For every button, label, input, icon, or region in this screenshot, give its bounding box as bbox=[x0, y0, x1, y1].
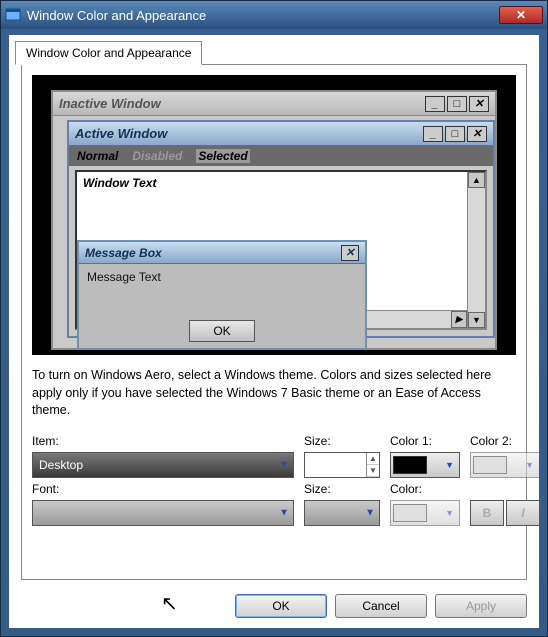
message-ok-button: OK bbox=[189, 320, 255, 342]
apply-button: Apply bbox=[435, 594, 527, 618]
preview-message-box: Message Box ✕ Message Text OK bbox=[77, 240, 367, 350]
vertical-scrollbar[interactable]: ▲ ▼ bbox=[467, 172, 485, 328]
chevron-down-icon: ▼ bbox=[279, 507, 289, 518]
color2-button: ▼ bbox=[470, 452, 540, 478]
chevron-down-icon: ▼ bbox=[279, 459, 289, 470]
label-item-size: Size: bbox=[304, 434, 380, 448]
chevron-down-icon: ▼ bbox=[445, 508, 457, 518]
label-color1: Color 1: bbox=[390, 434, 460, 448]
cursor-icon: ↖ bbox=[161, 591, 178, 616]
client-area: Window Color and Appearance Inactive Win… bbox=[9, 35, 539, 628]
font-color-button: ▼ bbox=[390, 500, 460, 526]
titlebar[interactable]: Window Color and Appearance ✕ bbox=[1, 1, 547, 29]
close-icon: ✕ bbox=[467, 126, 487, 142]
font-size-combo: ▼ bbox=[304, 500, 380, 526]
message-text: Message Text bbox=[79, 264, 365, 290]
maximize-icon: □ bbox=[445, 126, 465, 142]
label-font-color: Color: bbox=[390, 482, 460, 496]
color1-button[interactable]: ▼ bbox=[390, 452, 460, 478]
item-size-input[interactable] bbox=[305, 453, 366, 477]
font-combo: ▼ bbox=[32, 500, 294, 526]
preview-menu-bar: Normal Disabled Selected bbox=[69, 146, 493, 166]
spin-down-icon[interactable]: ▼ bbox=[367, 465, 379, 477]
item-size-spinner[interactable]: ▲▼ bbox=[304, 452, 380, 478]
tab-appearance[interactable]: Window Color and Appearance bbox=[15, 41, 202, 65]
font-color-swatch bbox=[393, 504, 427, 522]
inactive-window-title: Inactive Window bbox=[59, 96, 161, 111]
menu-normal: Normal bbox=[77, 149, 118, 163]
minimize-icon: _ bbox=[425, 96, 445, 112]
spin-up-icon[interactable]: ▲ bbox=[367, 453, 379, 465]
close-button[interactable]: ✕ bbox=[499, 6, 543, 24]
chevron-down-icon: ▼ bbox=[365, 507, 375, 518]
menu-selected: Selected bbox=[196, 149, 249, 163]
label-item: Item: bbox=[32, 434, 294, 448]
dialog-window: Window Color and Appearance ✕ Window Col… bbox=[0, 0, 548, 637]
window-title: Window Color and Appearance bbox=[27, 8, 206, 23]
scroll-up-icon[interactable]: ▲ bbox=[468, 172, 485, 188]
chevron-down-icon: ▼ bbox=[445, 460, 457, 470]
item-combo[interactable]: Desktop ▼ bbox=[32, 452, 294, 478]
preview-area: Inactive Window _ □ ✕ Active Window _ bbox=[32, 75, 516, 355]
scroll-right-icon[interactable]: ▶ bbox=[451, 311, 467, 328]
label-font-size: Size: bbox=[304, 482, 380, 496]
menu-disabled: Disabled bbox=[132, 149, 182, 163]
label-color2: Color 2: bbox=[470, 434, 540, 448]
color2-swatch bbox=[473, 456, 507, 474]
controls-grid: Item: Size: Color 1: Color 2: Desktop ▼ … bbox=[32, 434, 516, 526]
maximize-icon: □ bbox=[447, 96, 467, 112]
italic-button: I bbox=[506, 500, 540, 526]
ok-button[interactable]: OK bbox=[235, 594, 327, 618]
color1-swatch bbox=[393, 456, 427, 474]
window-text: Window Text bbox=[83, 176, 156, 190]
hint-text: To turn on Windows Aero, select a Window… bbox=[32, 367, 516, 420]
item-value: Desktop bbox=[39, 458, 83, 472]
close-icon: ✕ bbox=[469, 96, 489, 112]
label-font: Font: bbox=[32, 482, 294, 496]
dialog-buttons: OK Cancel Apply bbox=[235, 594, 527, 618]
close-icon: ✕ bbox=[341, 245, 359, 261]
minimize-icon: _ bbox=[423, 126, 443, 142]
chevron-down-icon: ▼ bbox=[525, 460, 537, 470]
message-box-title: Message Box bbox=[85, 246, 162, 260]
cancel-button[interactable]: Cancel bbox=[335, 594, 427, 618]
tab-strip: Window Color and Appearance bbox=[9, 35, 539, 63]
tab-body: Inactive Window _ □ ✕ Active Window _ bbox=[21, 64, 527, 580]
active-window-title: Active Window bbox=[75, 126, 167, 141]
app-icon bbox=[5, 7, 21, 23]
bold-button: B bbox=[470, 500, 504, 526]
scroll-down-icon[interactable]: ▼ bbox=[468, 312, 485, 328]
